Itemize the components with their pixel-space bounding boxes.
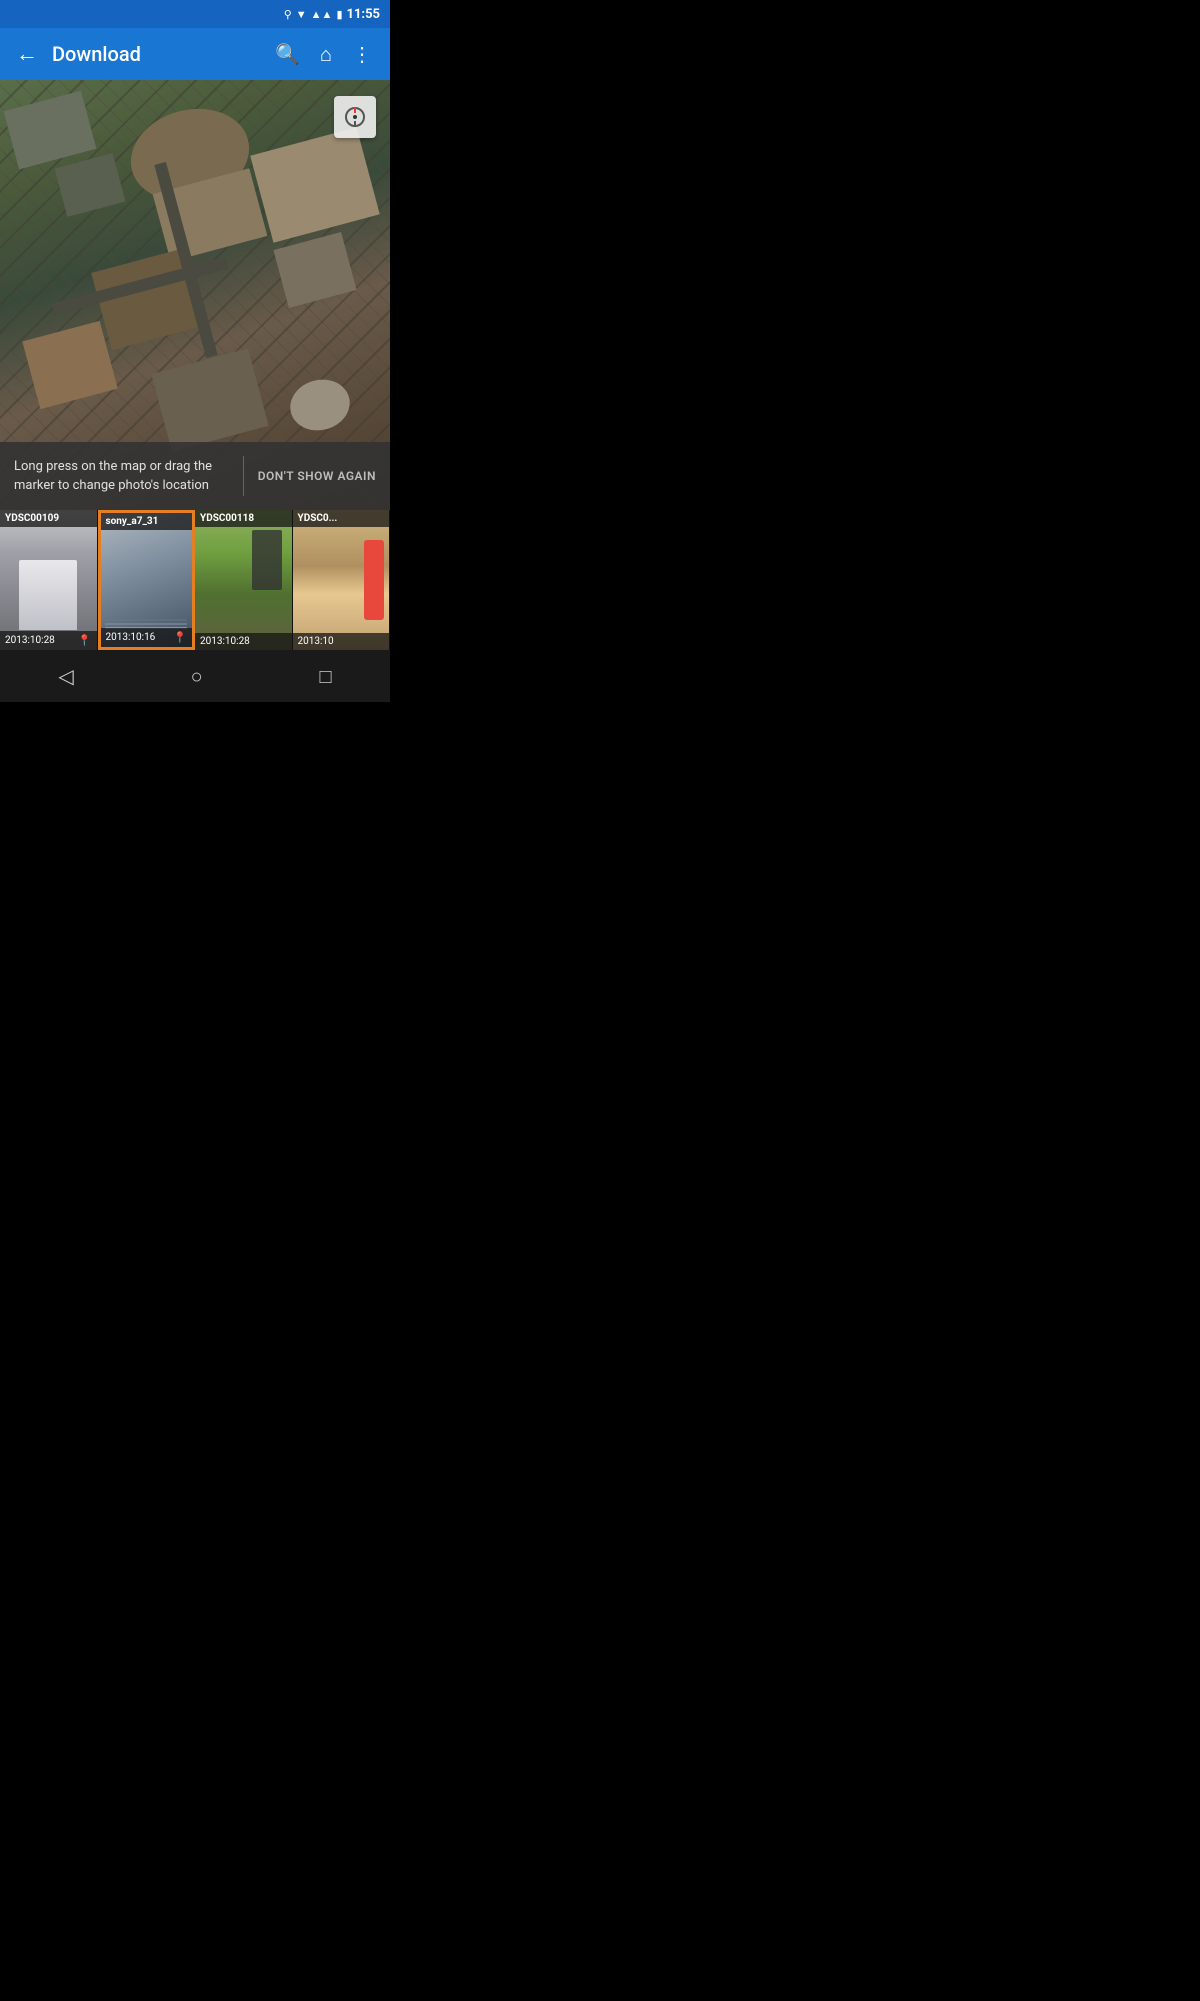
hint-text: Long press on the map or drag the marker… [0,447,243,506]
dont-show-again-button[interactable]: DON'T SHOW AGAIN [244,469,390,483]
photo-item[interactable]: YDSC00118 2013:10:28 [195,510,293,650]
photo-date-row: 2013:10 [293,633,390,650]
home-nav-button[interactable]: ○ [171,654,223,699]
battery-status-icon: ▮ [336,8,342,21]
map-building [250,127,380,242]
nav-bar: ◁ ○ □ [0,650,390,702]
photo-date-row: 2013:10:16 📍 [101,628,193,647]
photo-date: 2013:10:16 [106,632,156,643]
map-building [285,373,356,437]
app-bar-actions: 🔍 ⌂ ⋮ [267,34,380,75]
photo-item-partial[interactable]: YDSC0... 2013:10 [293,510,391,650]
wifi-status-icon: ▼ [296,8,307,21]
compass-button[interactable] [334,96,376,138]
photo-thumbnail [0,510,97,650]
hint-overlay: Long press on the map or drag the marker… [0,442,390,510]
status-bar: ⚲ ▼ ▲▲ ▮ 11:55 [0,0,390,28]
home-button[interactable]: ⌂ [312,34,340,75]
photo-label: YDSC0... [293,510,390,527]
page-title: Download [52,42,259,66]
photo-date: 2013:10:28 [200,636,250,647]
signal-status-icon: ▲▲ [311,8,333,21]
photo-label: YDSC00118 [195,510,292,527]
photo-date: 2013:10:28 [5,635,55,646]
photo-label: sony_a7_31 [101,513,193,530]
photo-thumbnail [101,513,193,647]
map-building [22,321,117,409]
photo-thumbnail [195,510,292,650]
compass-icon [345,107,365,127]
app-bar: ← Download 🔍 ⌂ ⋮ [0,28,390,80]
map-view[interactable]: Long press on the map or drag the marker… [0,80,390,510]
status-time: 11:55 [347,7,381,22]
recent-nav-button[interactable]: □ [299,654,351,699]
photo-item[interactable]: YDSC00109 2013:10:28 📍 [0,510,98,650]
photo-strip: YDSC00109 2013:10:28 📍 sony_a7_31 2013:1… [0,510,390,650]
photo-item-selected[interactable]: sony_a7_31 2013:10:16 📍 [98,510,196,650]
map-building [4,91,97,170]
location-icon: 📍 [78,634,92,647]
back-button[interactable]: ← [10,35,44,73]
photo-date: 2013:10 [298,636,334,647]
status-icons: ⚲ ▼ ▲▲ ▮ 11:55 [284,7,380,22]
photo-label: YDSC00109 [0,510,97,527]
photo-date-row: 2013:10:28 [195,633,292,650]
menu-button[interactable]: ⋮ [344,34,380,74]
photo-thumbnail [293,510,390,650]
map-building [273,232,356,308]
location-status-icon: ⚲ [284,8,292,21]
location-icon: 📍 [173,631,187,644]
map-building [55,153,126,217]
photo-date-row: 2013:10:28 📍 [0,631,97,650]
map-building [151,348,268,451]
back-nav-button[interactable]: ◁ [38,654,93,698]
search-button[interactable]: 🔍 [267,34,308,74]
